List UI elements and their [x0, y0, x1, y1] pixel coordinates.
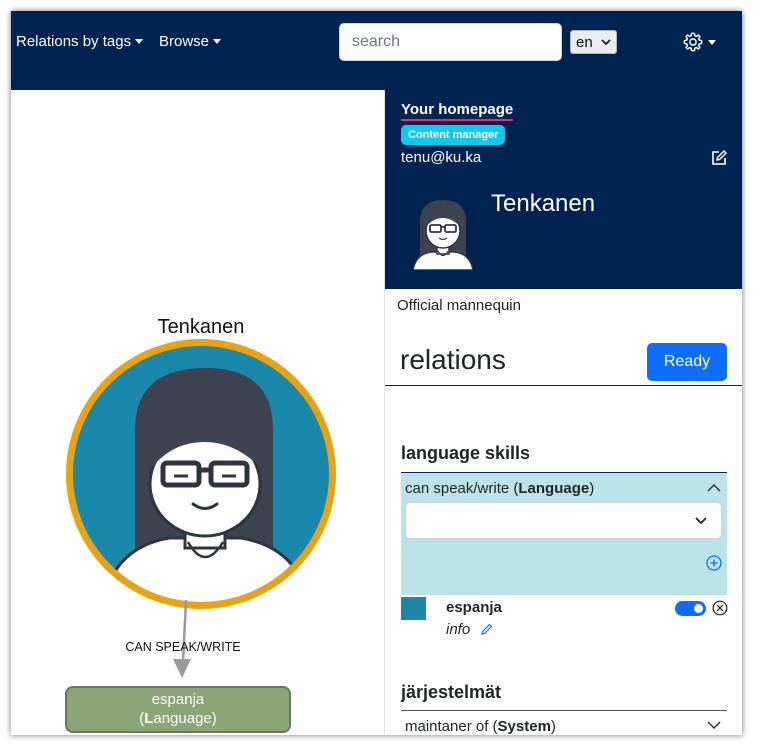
- remove-circle-icon[interactable]: [712, 600, 728, 616]
- top-navbar: Relations by tags Browse en: [11, 11, 742, 90]
- graph-target-type: (Language): [139, 710, 217, 727]
- divider: [401, 710, 727, 711]
- entry-color-swatch: [401, 597, 426, 620]
- graph-target-type-rest: anguage): [153, 710, 216, 727]
- relation-graph[interactable]: Tenkanen CAN SPEAK/WRITE espanja (Langua…: [11, 90, 384, 735]
- settings-menu[interactable]: [682, 31, 716, 53]
- profile-name: Tenkanen: [491, 190, 596, 217]
- relations-title: relations: [400, 344, 506, 375]
- edit-icon[interactable]: [711, 150, 727, 166]
- caret-down-icon: [213, 39, 222, 44]
- caret-down-icon: [708, 39, 716, 45]
- graph-edge[interactable]: [173, 599, 191, 678]
- graph-person-node[interactable]: [66, 339, 336, 610]
- graph-node-label: Tenkanen: [158, 316, 245, 338]
- profile-description: Official mannequin: [397, 297, 521, 314]
- pencil-icon[interactable]: [480, 623, 493, 636]
- browse-label: Browse: [159, 33, 210, 50]
- user-email: tenu@ku.ka: [401, 149, 482, 166]
- relation-prefix: can speak/write (: [405, 480, 519, 497]
- gear-icon: [683, 32, 703, 52]
- language-skills-panel: can speak/write (Language): [401, 472, 727, 595]
- profile-card: Your homepage Content manager tenu@ku.ka…: [385, 90, 742, 289]
- graph-language-node[interactable]: espanja (Language): [65, 686, 291, 733]
- relation-type-name: Language: [518, 480, 590, 497]
- chevron-up-icon[interactable]: [707, 483, 721, 492]
- language-value: en: [576, 33, 593, 51]
- relation-suffix: ): [589, 480, 595, 497]
- add-circle-icon[interactable]: [706, 555, 722, 571]
- search-input[interactable]: [339, 23, 562, 61]
- entry-info: info: [446, 621, 471, 638]
- chevron-down-icon: [601, 39, 611, 46]
- relations-header: relations Ready: [385, 337, 742, 386]
- graph-edge-label: CAN SPEAK/WRITE: [125, 640, 240, 654]
- entry-name[interactable]: espanja: [446, 599, 502, 616]
- avatar: [413, 200, 473, 270]
- details-panel: Your homepage Content manager tenu@ku.ka…: [384, 90, 742, 735]
- relations-by-tags-label: Relations by tags: [16, 33, 132, 50]
- system-relation-prefix: maintaner of (: [405, 718, 498, 735]
- entry-toggle-switch[interactable]: [675, 601, 706, 616]
- your-homepage-link[interactable]: Your homepage: [401, 101, 514, 121]
- chevron-down-icon: [695, 517, 707, 525]
- role-badge: Content manager: [401, 125, 506, 145]
- browse-menu[interactable]: Browse: [159, 33, 222, 50]
- systems-heading: järjestelmät: [401, 682, 502, 702]
- app-window: Relations by tags Browse en Tenkanen: [11, 11, 742, 735]
- relation-type-header[interactable]: can speak/write (Language): [405, 480, 594, 497]
- relations-by-tags-menu[interactable]: Relations by tags: [16, 33, 144, 50]
- language-select[interactable]: en: [570, 30, 617, 54]
- chevron-down-icon[interactable]: [707, 721, 721, 730]
- system-relation-header[interactable]: maintaner of (System): [405, 718, 556, 735]
- ready-button[interactable]: Ready: [647, 343, 727, 381]
- graph-target-name: espanja: [152, 691, 205, 708]
- system-relation-type: System: [497, 718, 551, 735]
- system-relation-suffix: ): [550, 718, 556, 735]
- caret-down-icon: [135, 39, 144, 44]
- language-select-dropdown[interactable]: [405, 502, 722, 539]
- graph-target-type-bold: L: [144, 710, 153, 727]
- language-skills-heading: language skills: [401, 443, 531, 463]
